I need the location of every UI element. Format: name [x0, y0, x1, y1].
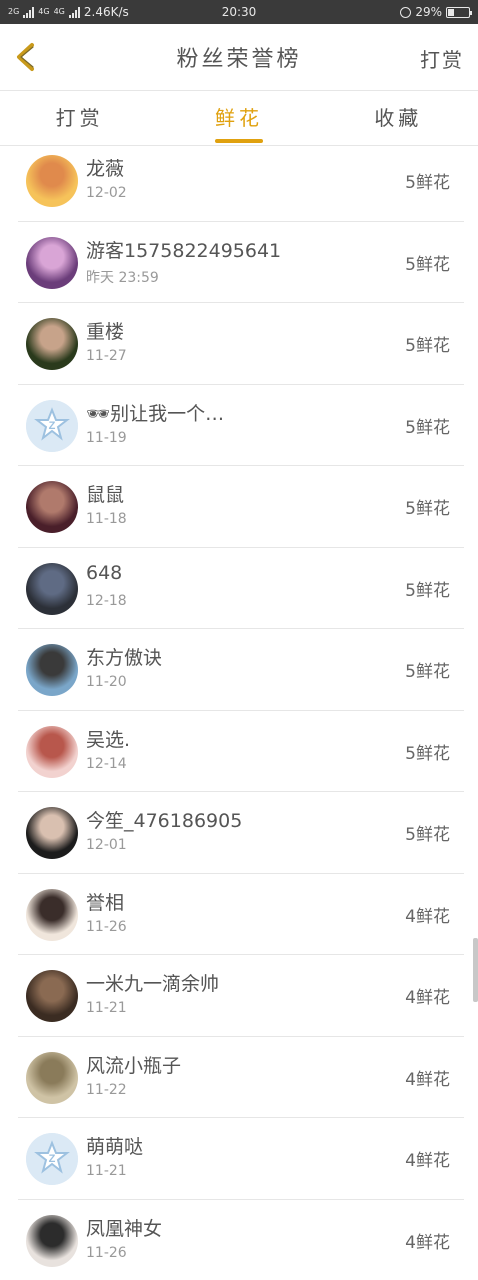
list-item[interactable]: 风流小瓶子 11-22 4鲜花 [18, 1037, 464, 1118]
photo-avatar[interactable] [26, 1051, 78, 1104]
tab-bar: 打赏 鲜花 收藏 [0, 90, 478, 146]
fan-list: 龙薇 12-02 5鲜花 游客15758224956​41 昨天 23:59 5鲜花 重楼 1… [0, 140, 478, 1280]
default-avatar[interactable]: Z [26, 1133, 78, 1185]
tab-favorites[interactable]: 收藏 [319, 91, 478, 145]
gift-date: 11-27 [86, 348, 127, 364]
status-left: 2G 4G 4G 2.46K/s [8, 5, 129, 19]
default-avatar[interactable]: Z [26, 399, 78, 452]
fan-name: 风流小瓶子 [86, 1054, 182, 1077]
fan-name: 龙薇 [86, 158, 125, 180]
anime-avatar[interactable] [26, 155, 78, 207]
network-type-1: 2G [8, 7, 20, 16]
list-item[interactable]: 游客15758224956​41 昨天 23:59 5鲜花 [18, 222, 464, 303]
network-type-3: 4G [53, 7, 65, 16]
list-item[interactable]: 鼠鼠 11-18 5鲜花 [18, 466, 464, 548]
fan-name: 一米九一滴余帅 [86, 973, 220, 995]
network-type-2: 4G [38, 7, 50, 16]
tab-label: 收藏 [374, 106, 423, 130]
list-item[interactable]: 龙薇 12-02 5鲜花 [18, 140, 464, 222]
status-bar: 2G 4G 4G 2.46K/s 20:30 29% [0, 0, 478, 24]
flower-count: 5鲜花 [405, 662, 450, 682]
gift-date: 11-18 [86, 511, 127, 527]
flower-count: 5鲜花 [405, 825, 450, 845]
battery-fill [448, 8, 454, 16]
gift-date: 12-01 [86, 837, 127, 853]
svg-text:Z: Z [49, 1153, 56, 1165]
fan-name: 今笙_476186905 [86, 810, 243, 832]
gift-date: 11-20 [86, 674, 127, 690]
battery-percent: 29% [415, 5, 442, 19]
flower-count: 5鲜花 [405, 499, 450, 519]
signal-icon [23, 6, 35, 18]
photo-avatar[interactable] [26, 562, 78, 615]
flower-count: 4鲜花 [405, 1151, 450, 1171]
gift-date: 昨天 23:59 [86, 269, 159, 286]
photo-avatar[interactable] [26, 644, 78, 696]
fan-name: 吴选. [86, 728, 131, 751]
fan-name: 648 [86, 561, 123, 584]
photo-avatar[interactable] [26, 1214, 78, 1267]
tab-reward[interactable]: 打赏 [0, 91, 159, 145]
network-speed: 2.46K/s [83, 5, 129, 19]
gift-date: 11-21 [86, 1000, 127, 1016]
gift-date: 12-02 [86, 185, 127, 201]
fan-name: 游客15758224956​41 [86, 239, 282, 262]
flower-count: 4鲜花 [405, 988, 450, 1008]
flower-count: 5鲜花 [405, 336, 450, 356]
list-item[interactable]: Z 🕶别让我一个… 11-19 5鲜花 [18, 385, 464, 466]
gift-date: 11-26 [86, 1244, 127, 1261]
photo-avatar[interactable] [26, 725, 78, 778]
list-item[interactable]: 凤凰神女 11-26 4鲜花 [18, 1200, 464, 1280]
flower-count: 5鲜花 [405, 417, 450, 438]
fan-name: 重楼 [86, 321, 125, 343]
list-item[interactable]: Z 萌萌哒 11-21 4鲜花 [18, 1118, 464, 1200]
list-item[interactable]: 誉相 11-26 4鲜花 [18, 874, 464, 955]
flower-count: 4鲜花 [405, 1232, 450, 1253]
tab-label: 鲜花 [214, 106, 263, 130]
alarm-icon [400, 6, 412, 18]
photo-avatar[interactable] [26, 318, 78, 370]
svg-text:Z: Z [49, 420, 56, 432]
fan-name: 誉相 [86, 891, 125, 914]
tab-label: 打赏 [55, 106, 104, 130]
status-right: 29% [400, 5, 472, 19]
flower-count: 5鲜花 [405, 173, 450, 193]
scrollbar[interactable] [473, 938, 478, 1002]
gift-date: 11-21 [86, 1163, 127, 1179]
fan-name: 凤凰神女 [86, 1217, 163, 1240]
list-item[interactable]: 东方傲诀 11-20 5鲜花 [18, 629, 464, 711]
tab-flowers[interactable]: 鲜花 [159, 91, 318, 145]
anime-avatar[interactable] [26, 236, 78, 289]
flower-count: 4鲜花 [405, 1069, 450, 1090]
fan-name: 萌萌哒 [86, 1136, 144, 1158]
flower-count: 5鲜花 [405, 580, 450, 601]
page-title: 粉丝荣誉榜 [176, 47, 302, 72]
back-button[interactable] [10, 40, 44, 74]
fan-name: 东方傲诀 [86, 647, 163, 669]
list-item[interactable]: 重楼 11-27 5鲜花 [18, 303, 464, 385]
photo-avatar[interactable] [26, 970, 78, 1022]
list-item[interactable]: 648 12-18 5鲜花 [18, 548, 464, 629]
gift-date: 11-19 [86, 429, 127, 446]
gift-date: 11-22 [86, 1081, 127, 1098]
gift-date: 12-18 [86, 592, 127, 609]
signal-icon [68, 6, 80, 18]
list-item[interactable]: 一米九一滴余帅 11-21 4鲜花 [18, 955, 464, 1037]
reward-button[interactable]: 打赏 [420, 44, 464, 73]
list-item[interactable]: 吴选. 12-14 5鲜花 [18, 711, 464, 792]
list-item[interactable]: 今笙_476186905 12-01 5鲜花 [18, 792, 464, 874]
flower-count: 5鲜花 [405, 743, 450, 764]
fan-name: 鼠鼠 [86, 484, 125, 506]
flower-count: 4鲜花 [405, 906, 450, 927]
photo-avatar[interactable] [26, 481, 78, 533]
chevron-left-icon [17, 43, 34, 71]
gift-date: 12-14 [86, 755, 127, 772]
header: 粉丝荣誉榜 打赏 [0, 24, 478, 90]
fan-name: 🕶别让我一个… [86, 402, 225, 425]
photo-avatar[interactable] [26, 888, 78, 941]
flower-count: 5鲜花 [405, 254, 450, 275]
photo-avatar[interactable] [26, 807, 78, 859]
battery-icon [446, 6, 472, 18]
gift-date: 11-26 [86, 918, 127, 935]
